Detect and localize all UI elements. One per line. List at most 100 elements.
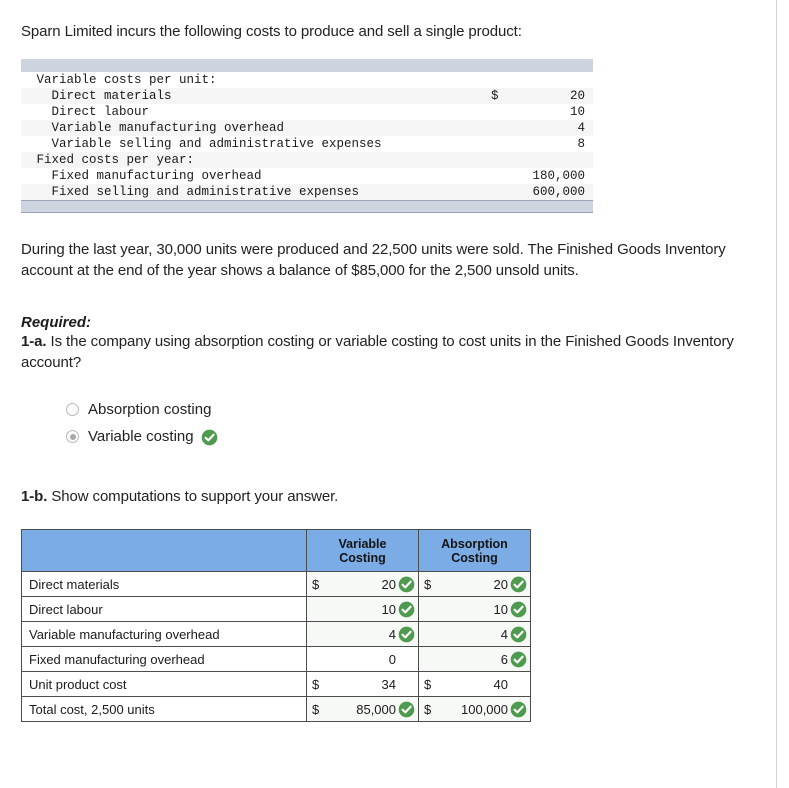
cost-table-row: Variable costs per unit:	[21, 72, 593, 88]
cell-value: 4	[500, 626, 508, 642]
currency-symbol: $	[424, 701, 432, 717]
cell-value: 20	[381, 576, 396, 592]
check-circle-icon	[201, 429, 218, 446]
check-circle-icon	[398, 626, 415, 643]
question-1a-options: Absorption costing Variable costing	[66, 396, 764, 450]
cost-row-value	[515, 152, 593, 168]
cost-row-value: 180,000	[515, 168, 593, 184]
absorption-costing-cell: 10	[418, 596, 531, 622]
currency-symbol: $	[312, 676, 320, 692]
check-circle-icon	[510, 651, 527, 668]
currency-symbol: $	[424, 576, 432, 592]
header-cell-variable-costing: Variable Costing	[306, 529, 419, 572]
cost-table-row: Variable manufacturing overhead 4	[21, 120, 593, 136]
row-label: Direct materials	[21, 571, 307, 597]
absorption-costing-cell: $100,000	[418, 696, 531, 722]
cost-row-label: Direct labour	[21, 104, 491, 120]
radio-option-1[interactable]: Absorption costing	[66, 396, 764, 423]
check-circle-icon	[510, 601, 527, 618]
check-circle-icon	[510, 626, 527, 643]
cell-value: 34	[381, 676, 396, 692]
required-heading: Required:	[21, 314, 92, 331]
check-circle-icon	[398, 701, 415, 718]
header-line: Absorption	[441, 536, 508, 551]
cost-table-top-bar	[21, 59, 593, 72]
computation-table-body: Direct materials $20 $20 Direct labour 10 10 V…	[21, 571, 531, 722]
cost-data-table: Variable costs per unit: Direct material…	[21, 59, 593, 213]
cost-row-currency	[491, 104, 515, 120]
table-row: Variable manufacturing overhead 4 4	[21, 621, 531, 647]
cost-table-row: Fixed manufacturing overhead 180,000	[21, 168, 593, 184]
cost-row-value: 600,000	[515, 184, 593, 201]
absorption-costing-cell: 6	[418, 646, 531, 672]
radio-button-icon[interactable]	[66, 403, 79, 416]
page-root: Sparn Limited incurs the following costs…	[0, 0, 789, 788]
currency-symbol: $	[312, 576, 320, 592]
answer-table-wrapper: Variable Costing Absorption Costing Direct…	[21, 529, 764, 722]
question-1b-number: 1-b.	[21, 488, 48, 505]
cost-table-row: Variable selling and administrative expe…	[21, 136, 593, 152]
cost-row-label: Variable manufacturing overhead	[21, 120, 491, 136]
table-row: Fixed manufacturing overhead 0 6	[21, 646, 531, 672]
check-circle-icon	[398, 601, 415, 618]
cost-table-row: Direct labour 10	[21, 104, 593, 120]
table-row: Direct labour 10 10	[21, 596, 531, 622]
check-circle-icon	[510, 576, 527, 593]
variable-costing-cell: 0	[306, 646, 419, 672]
cost-row-value: 4	[515, 120, 593, 136]
variable-costing-cell: 10	[306, 596, 419, 622]
question-1b: 1-b. Show computations to support your a…	[21, 488, 764, 505]
intro-text: Sparn Limited incurs the following costs…	[21, 23, 522, 40]
radio-option-label: Variable costing	[88, 428, 194, 445]
cost-row-label: Fixed manufacturing overhead	[21, 168, 491, 184]
row-label: Direct labour	[21, 596, 307, 622]
cell-value: 20	[493, 576, 508, 592]
radio-button-icon[interactable]	[66, 430, 79, 443]
cost-row-currency	[491, 120, 515, 136]
cell-value: 6	[500, 651, 508, 667]
radio-option-label: Absorption costing	[88, 401, 212, 418]
variable-costing-cell: $85,000	[306, 696, 419, 722]
radio-option-2[interactable]: Variable costing	[66, 423, 764, 450]
check-circle-icon	[510, 701, 527, 718]
row-label: Variable manufacturing overhead	[21, 621, 307, 647]
computation-header-row: Variable Costing Absorption Costing	[21, 529, 531, 572]
variable-costing-cell: $20	[306, 571, 419, 597]
cost-row-label: Variable selling and administrative expe…	[21, 136, 491, 152]
currency-symbol: $	[424, 676, 432, 692]
absorption-costing-cell: $20	[418, 571, 531, 597]
header-line: Costing	[339, 550, 386, 565]
cost-row-currency	[491, 168, 515, 184]
variable-costing-cell: 4	[306, 621, 419, 647]
cell-value: 4	[388, 626, 396, 642]
cell-value: 0	[388, 651, 396, 667]
cost-table-body: Variable costs per unit: Direct material…	[21, 59, 593, 213]
row-label: Unit product cost	[21, 671, 307, 697]
computation-table: Variable Costing Absorption Costing Direct…	[21, 529, 531, 722]
right-divider	[776, 0, 777, 788]
variable-costing-cell: $34	[306, 671, 419, 697]
header-line: Costing	[451, 550, 498, 565]
table-row: Unit product cost $34 $40	[21, 671, 531, 697]
cell-value: 40	[493, 676, 508, 692]
header-cell-blank	[21, 529, 307, 572]
header-cell-absorption-costing: Absorption Costing	[418, 529, 531, 572]
currency-symbol: $	[312, 701, 320, 717]
absorption-costing-cell: 4	[418, 621, 531, 647]
cost-row-currency	[491, 136, 515, 152]
row-label: Total cost, 2,500 units	[21, 696, 307, 722]
cost-row-currency	[491, 184, 515, 201]
absorption-costing-cell: $40	[418, 671, 531, 697]
cost-row-label: Variable costs per unit:	[21, 72, 491, 88]
cost-row-label: Direct materials	[21, 88, 491, 104]
cost-row-label: Fixed selling and administrative expense…	[21, 184, 491, 201]
cost-row-value: 10	[515, 104, 593, 120]
cost-table-row: Fixed costs per year:	[21, 152, 593, 168]
question-1a-number: 1-a.	[21, 333, 47, 350]
cost-table-row: Direct materials $20	[21, 88, 593, 104]
cell-value: 100,000	[461, 701, 508, 717]
question-1a-text: Is the company using absorption costing …	[21, 333, 734, 371]
check-circle-icon	[398, 576, 415, 593]
cell-value: 10	[381, 601, 396, 617]
cell-value: 10	[493, 601, 508, 617]
